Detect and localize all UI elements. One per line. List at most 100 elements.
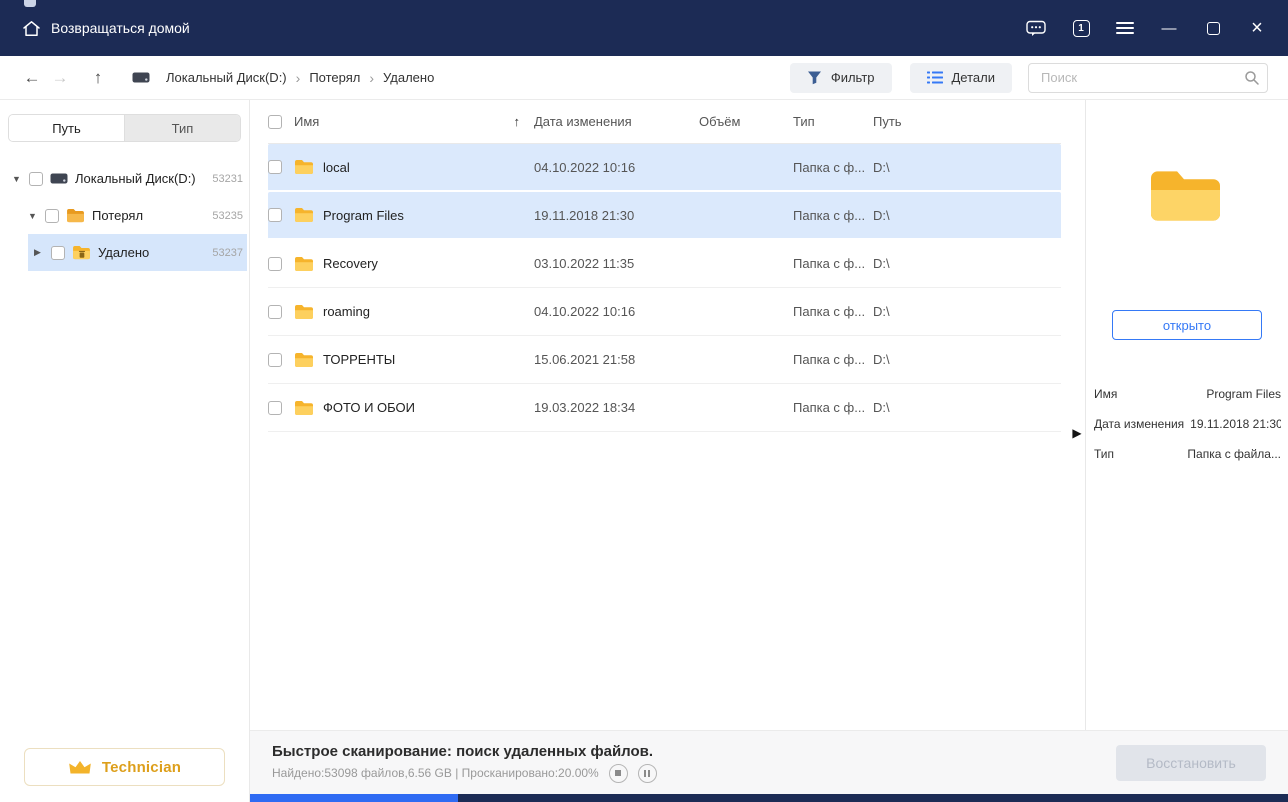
maximize-icon [1206,21,1220,35]
collapse-preview-handle[interactable]: ▶ [1069,426,1085,440]
details-label: Детали [951,70,996,85]
home-nav[interactable]: Возвращаться домой [22,20,190,37]
home-icon[interactable] [22,20,41,37]
file-type: Папка с ф... [793,352,866,367]
maximize-button[interactable] [1204,21,1222,35]
column-header-size[interactable]: Объём [699,114,793,129]
sidebar: Путь Тип ▼ Локальный Диск(D:) 53231 ▼ По… [0,100,250,802]
recover-button[interactable]: Восстановить [1116,744,1266,781]
file-name: Program Files [323,207,404,223]
folder-icon [294,400,314,416]
file-path: D:\ [873,256,890,271]
file-row[interactable]: ТОРРЕНТЫ 15.06.2021 21:58 Папка с ф... D… [268,336,1061,384]
folder-icon [294,352,314,368]
app-logo [24,0,36,7]
tab-path[interactable]: Путь [9,115,124,141]
folder-icon [294,159,314,175]
drive-icon [50,173,68,184]
column-header-path[interactable]: Путь [873,114,1061,129]
minimize-button[interactable]: — [1160,21,1178,36]
filter-button[interactable]: Фильтр [789,62,892,93]
file-list: Имя ↑ Дата изменения Объём Тип Путь loca… [250,100,1085,730]
tree-checkbox[interactable] [51,245,65,260]
tree-checkbox[interactable] [45,208,59,223]
hamburger-lines [1116,22,1134,34]
tab-type[interactable]: Тип [124,115,240,141]
updates-icon[interactable]: 1 [1072,19,1090,37]
preview-panel: ▶ открыто Имя Program Files Дата изменен… [1072,100,1288,730]
select-all-checkbox[interactable] [268,114,282,129]
up-button[interactable]: ↑ [84,68,112,88]
search-input[interactable] [1028,62,1268,93]
file-type: Папка с ф... [793,304,866,319]
file-type: Папка с ф... [793,159,866,175]
open-button[interactable]: открыто [1112,310,1262,340]
file-row[interactable]: local 04.10.2022 10:16 Папка с ф... D:\ [268,144,1061,192]
license-label: Technician [101,758,182,776]
breadcrumb-separator-icon: › [369,69,375,86]
license-button[interactable]: Technician [24,748,225,786]
menu-icon[interactable] [1116,22,1134,34]
file-rows: local 04.10.2022 10:16 Папка с ф... D:\ … [268,144,1061,432]
breadcrumb-item-disk[interactable]: Локальный Диск(D:) [166,70,287,85]
file-type: Папка с ф... [793,256,866,271]
file-path: D:\ [873,207,890,223]
column-header-type[interactable]: Тип [793,114,873,129]
expander-icon[interactable]: ▼ [12,174,26,184]
sort-asc-icon[interactable]: ↑ [514,114,521,129]
titlebar: Возвращаться домой 1 — × [0,0,1288,56]
file-path: D:\ [873,304,890,319]
file-date: 04.10.2022 10:16 [534,159,636,175]
preview-folder-icon [1148,166,1226,226]
row-checkbox[interactable] [268,304,282,319]
search-icon[interactable] [1244,70,1260,86]
app-window: Возвращаться домой 1 — × ← → ↑ Локальный… [0,0,1288,802]
column-header-name[interactable]: Имя ↑ [294,114,534,129]
file-type: Папка с ф... [793,207,866,223]
home-label[interactable]: Возвращаться домой [51,20,190,36]
tree-item-lost[interactable]: ▼ Потерял 53235 [22,197,247,234]
stop-scan-button[interactable] [608,763,628,783]
tree-item-count: 53237 [212,246,243,259]
close-button[interactable]: × [1248,18,1266,38]
breadcrumb-item-deleted[interactable]: Удалено [383,70,434,85]
scan-progress-bar [250,794,1288,802]
forward-button[interactable]: → [46,68,74,88]
row-checkbox[interactable] [268,400,282,415]
column-header-date[interactable]: Дата изменения [534,114,699,129]
file-path: D:\ [873,159,890,175]
preview-field-type: Тип Папка с файла... [1094,446,1281,463]
row-checkbox[interactable] [268,352,282,367]
file-date: 04.10.2022 10:16 [534,304,636,319]
expander-icon[interactable]: ▼ [28,211,42,221]
field-value: Program Files [1206,387,1281,401]
file-name: Recovery [323,256,378,271]
row-checkbox[interactable] [268,256,282,271]
feedback-icon[interactable] [1026,20,1046,37]
preview-field-name: Имя Program Files [1094,386,1281,403]
field-label: Имя [1094,387,1118,401]
file-row[interactable]: Program Files 19.11.2018 21:30 Папка с ф… [268,192,1061,240]
file-name: local [323,159,350,175]
expander-icon[interactable]: ▶ [34,247,48,258]
field-label: Дата изменения [1094,417,1185,431]
lost-folder-icon [66,208,85,223]
field-label: Тип [1094,447,1115,461]
pause-scan-button[interactable] [637,763,657,783]
row-checkbox[interactable] [268,208,282,222]
stop-icon [615,770,622,776]
back-button[interactable]: ← [18,68,46,88]
deleted-folder-icon [72,245,91,260]
tree-checkbox[interactable] [29,171,43,186]
tree-item-disk[interactable]: ▼ Локальный Диск(D:) 53231 [6,160,247,197]
file-row[interactable]: Recovery 03.10.2022 11:35 Папка с ф... D… [268,240,1061,288]
sidebar-tabs: Путь Тип [8,114,241,142]
details-button[interactable]: Детали [909,62,1012,93]
folder-tree: ▼ Локальный Диск(D:) 53231 ▼ Потерял 532 [0,152,249,748]
row-checkbox[interactable] [268,160,282,174]
tree-item-deleted[interactable]: ▶ Удалено 53237 [28,234,247,271]
file-row[interactable]: roaming 04.10.2022 10:16 Папка с ф... D:… [268,288,1061,336]
breadcrumb-item-lost[interactable]: Потерял [309,70,360,85]
crown-icon [68,760,92,775]
file-row[interactable]: ФОТО И ОБОИ 19.03.2022 18:34 Папка с ф..… [268,384,1061,432]
